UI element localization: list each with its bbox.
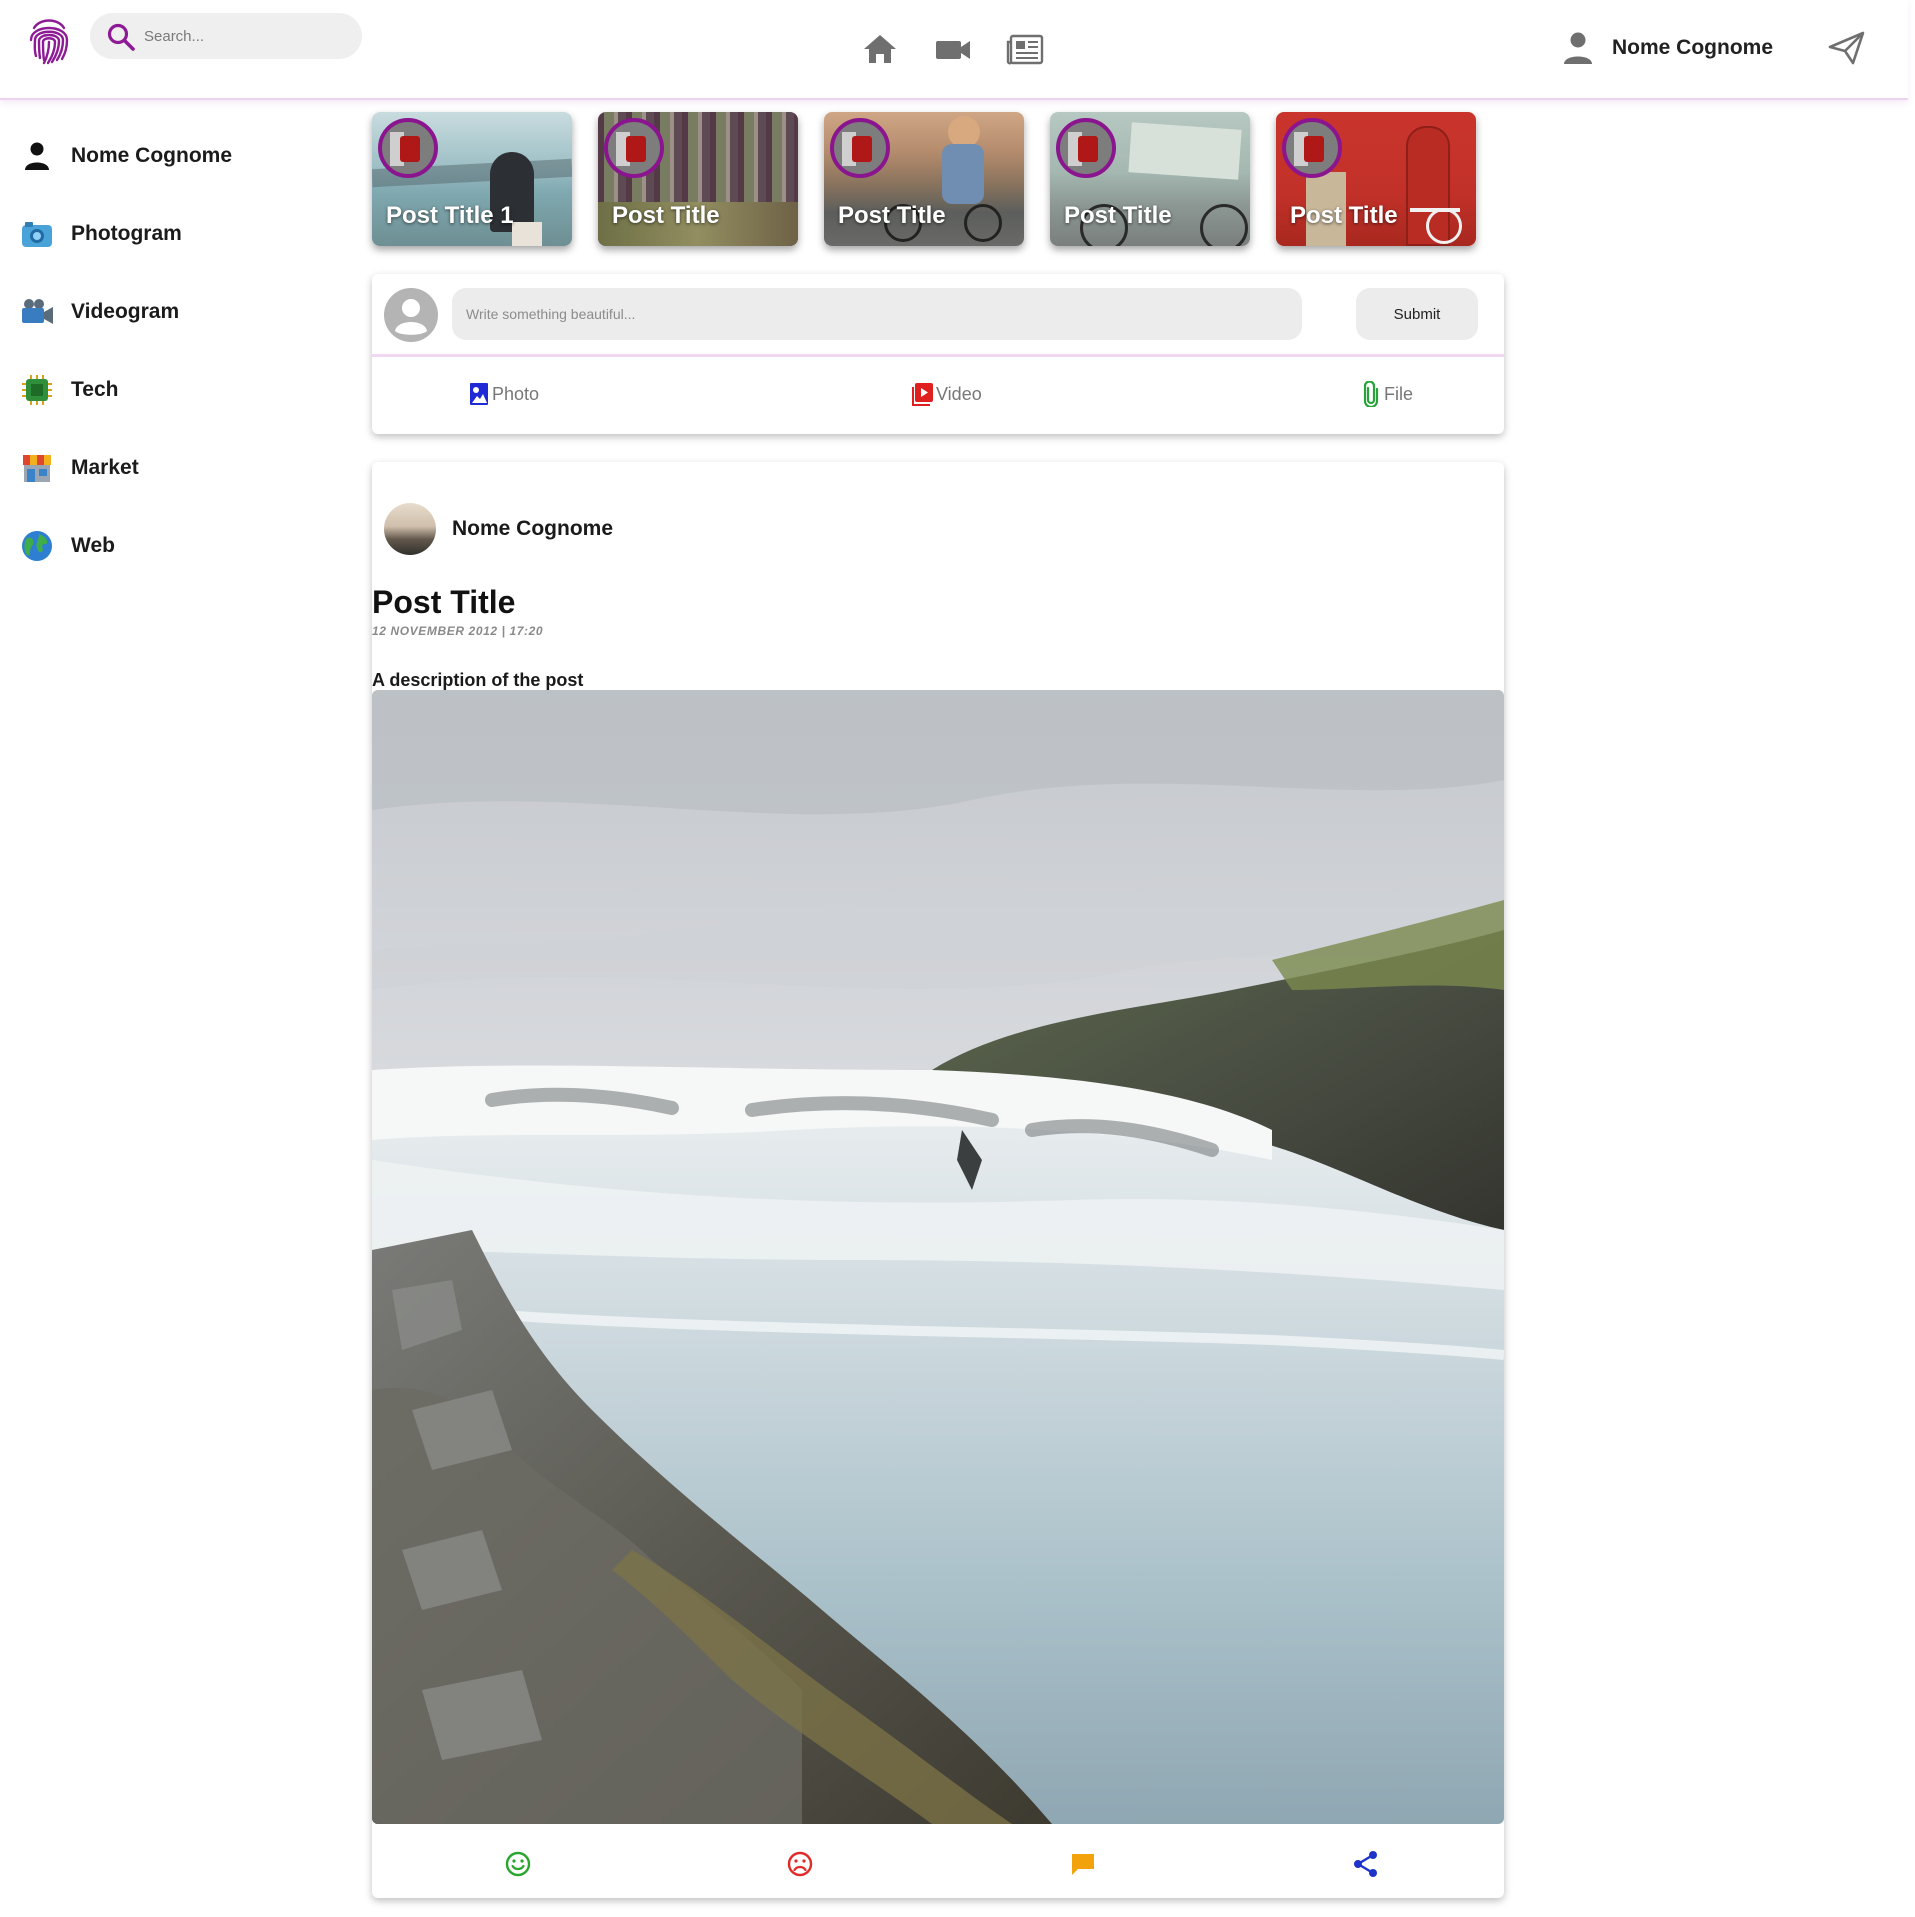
chip-icon bbox=[20, 373, 54, 407]
video-camera-icon[interactable] bbox=[933, 30, 973, 68]
photo-icon bbox=[470, 383, 488, 405]
story-avatar bbox=[604, 118, 664, 178]
sidebar-item-profile[interactable]: Nome Cognome bbox=[20, 136, 320, 176]
post-author[interactable]: Nome Cognome bbox=[384, 502, 613, 556]
newspaper-icon[interactable] bbox=[1005, 30, 1045, 68]
search-bar[interactable] bbox=[90, 13, 362, 59]
author-avatar[interactable] bbox=[384, 503, 436, 555]
story-avatar bbox=[830, 118, 890, 178]
sidebar-item-photogram[interactable]: Photogram bbox=[20, 214, 320, 254]
waterfall-photo bbox=[372, 690, 1504, 1824]
add-photo-label: Photo bbox=[492, 383, 540, 404]
story-title: Post Title 1 bbox=[386, 202, 514, 229]
top-bar: Nome Cognome bbox=[0, 0, 1908, 100]
story-avatar bbox=[378, 118, 438, 178]
store-icon bbox=[20, 451, 54, 485]
sidebar-item-label: Market bbox=[71, 456, 139, 479]
sidebar-item-label: Photogram bbox=[71, 222, 182, 245]
frown-icon[interactable] bbox=[784, 1848, 816, 1880]
sidebar-item-label: Tech bbox=[71, 378, 119, 401]
send-icon[interactable] bbox=[1826, 30, 1866, 66]
search-icon[interactable] bbox=[106, 22, 136, 52]
reaction-bar bbox=[372, 1830, 1504, 1898]
add-photo-button[interactable]: Photo bbox=[468, 380, 539, 408]
add-file-label: File bbox=[1384, 383, 1414, 404]
story-avatar bbox=[1056, 118, 1116, 178]
add-video-button[interactable]: Video bbox=[912, 380, 982, 408]
person-icon bbox=[20, 139, 54, 173]
search-input[interactable] bbox=[144, 23, 344, 49]
user-profile-link[interactable]: Nome Cognome bbox=[1562, 28, 1773, 68]
sidebar-item-label: Videogram bbox=[71, 300, 180, 323]
story-card[interactable]: Post Title 1 bbox=[372, 112, 572, 246]
story-card[interactable]: Post Title bbox=[598, 112, 798, 246]
globe-icon bbox=[20, 529, 54, 563]
add-file-button[interactable]: File bbox=[1360, 380, 1413, 408]
paperclip-icon bbox=[1363, 381, 1379, 407]
story-title: Post Title bbox=[612, 202, 720, 229]
submit-button[interactable]: Submit bbox=[1356, 288, 1478, 340]
post-card: Nome Cognome Post Title 12 NOVEMBER 2012… bbox=[372, 462, 1504, 1898]
person-icon bbox=[1564, 32, 1592, 64]
author-name: Nome Cognome bbox=[452, 517, 614, 540]
user-avatar-icon bbox=[384, 288, 438, 342]
story-card[interactable]: Post Title bbox=[1276, 112, 1476, 246]
post-composer: Submit Photo Video File bbox=[372, 274, 1504, 434]
sidebar-item-label: Web bbox=[71, 534, 115, 557]
composer-divider bbox=[372, 354, 1504, 357]
story-card[interactable]: Post Title bbox=[1050, 112, 1250, 246]
post-title: Post Title bbox=[372, 584, 516, 620]
comment-icon[interactable] bbox=[1067, 1848, 1099, 1880]
smile-icon[interactable] bbox=[502, 1848, 534, 1880]
sidebar-item-tech[interactable]: Tech bbox=[20, 370, 320, 410]
sidebar-item-label: Nome Cognome bbox=[71, 144, 233, 167]
post-text-input[interactable] bbox=[452, 288, 1302, 340]
camera-icon bbox=[20, 217, 54, 251]
post-description: A description of the post bbox=[372, 670, 584, 690]
story-title: Post Title bbox=[838, 202, 946, 229]
fingerprint-icon[interactable] bbox=[26, 12, 72, 68]
video-camera-icon bbox=[20, 295, 54, 329]
sidebar-item-videogram[interactable]: Videogram bbox=[20, 292, 320, 332]
story-title: Post Title bbox=[1290, 202, 1398, 229]
story-card[interactable]: Post Title bbox=[824, 112, 1024, 246]
home-icon[interactable] bbox=[861, 30, 899, 68]
stories-row: Post Title 1 Post Title Post Title Post … bbox=[372, 112, 1482, 248]
share-icon[interactable] bbox=[1350, 1848, 1382, 1880]
sidebar-item-web[interactable]: Web bbox=[20, 526, 320, 566]
sidebar-item-market[interactable]: Market bbox=[20, 448, 320, 488]
story-avatar bbox=[1282, 118, 1342, 178]
post-date: 12 NOVEMBER 2012 | 17:20 bbox=[372, 624, 544, 638]
user-name: Nome Cognome bbox=[1612, 36, 1774, 59]
story-title: Post Title bbox=[1064, 202, 1172, 229]
video-play-icon bbox=[912, 383, 933, 406]
add-video-label: Video bbox=[936, 383, 982, 404]
